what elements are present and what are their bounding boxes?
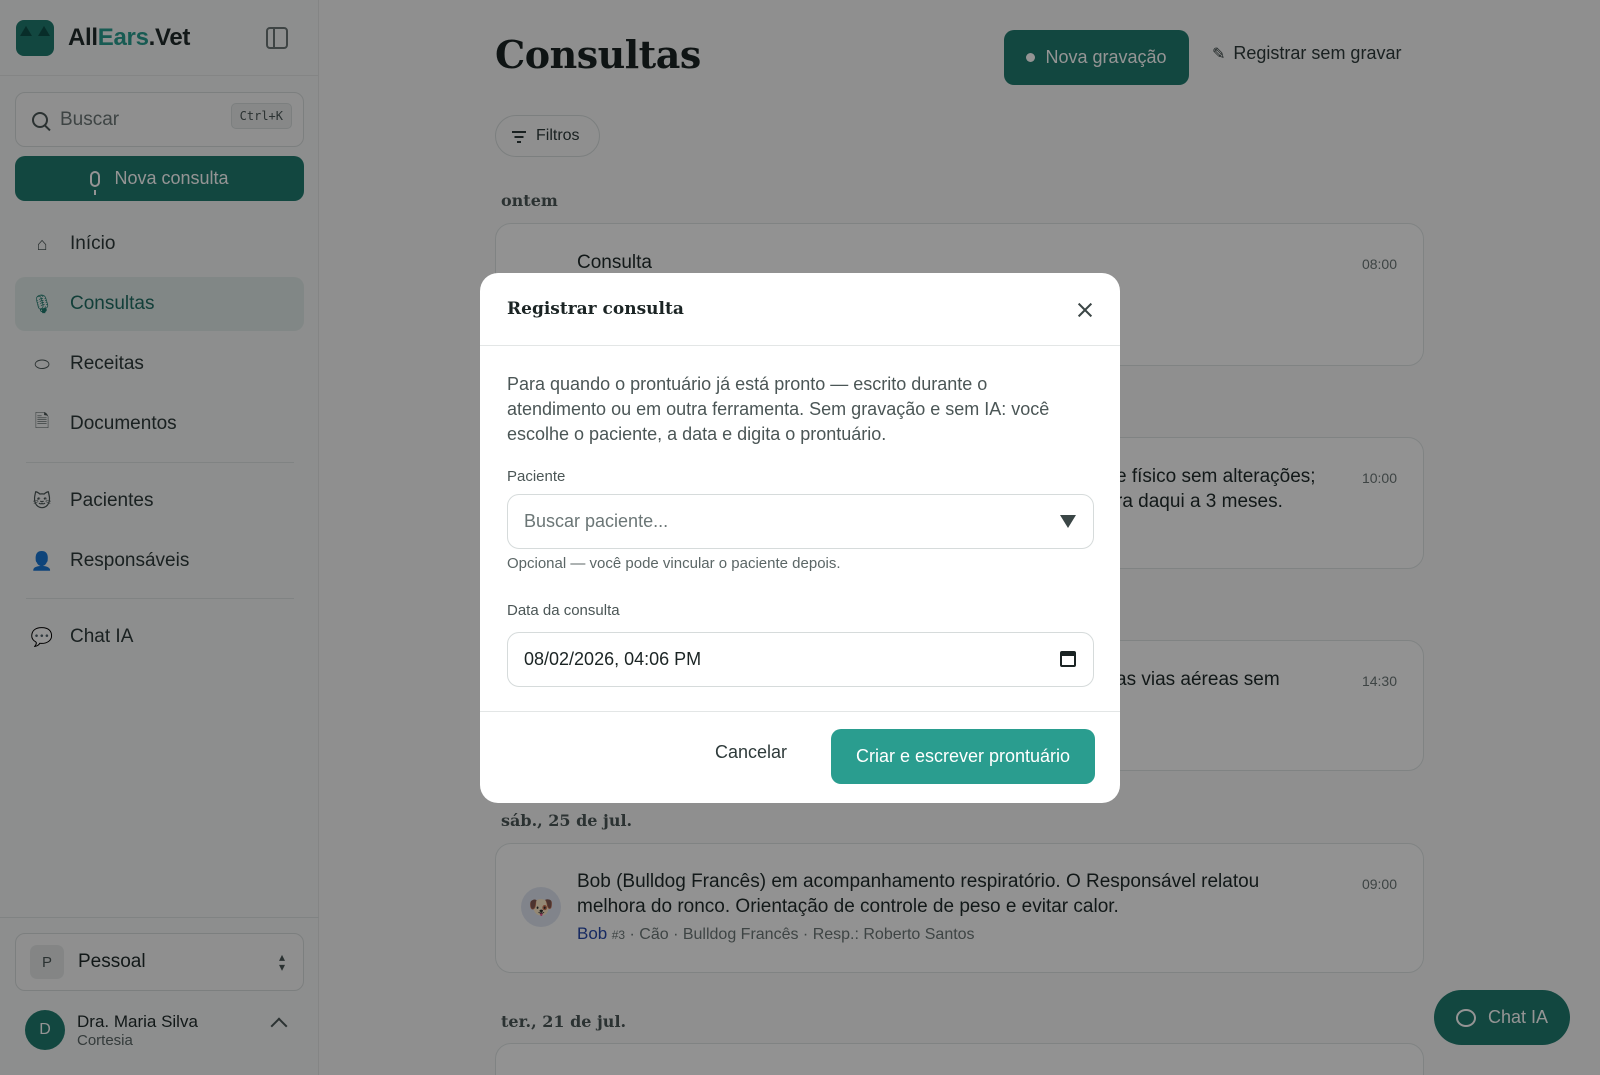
patient-hint: Opcional — você pode vincular o paciente… (507, 555, 841, 572)
modal-title: Registrar consulta (507, 299, 684, 319)
patient-label: Paciente (507, 468, 566, 485)
modal-footer: Cancelar Criar e escrever prontuário (480, 711, 1120, 803)
caret-down-icon (1060, 515, 1076, 528)
consultation-date-input[interactable]: 08/02/2026, 04:06 PM (507, 632, 1094, 687)
date-label: Data da consulta (507, 602, 620, 619)
register-consultation-dialog: Registrar consulta Para quando o prontuá… (480, 273, 1120, 803)
modal-header: Registrar consulta (480, 273, 1120, 346)
cancel-button[interactable]: Cancelar (715, 742, 787, 763)
patient-placeholder: Buscar paciente... (524, 511, 669, 531)
close-icon[interactable] (1076, 301, 1094, 319)
modal-description: Para quando o prontuário já está pronto … (507, 374, 1050, 444)
create-and-write-record-button[interactable]: Criar e escrever prontuário (831, 729, 1095, 784)
date-value: 08/02/2026, 04:06 PM (524, 649, 702, 669)
patient-select[interactable]: Buscar paciente... (507, 494, 1094, 549)
calendar-icon[interactable] (1060, 651, 1076, 667)
